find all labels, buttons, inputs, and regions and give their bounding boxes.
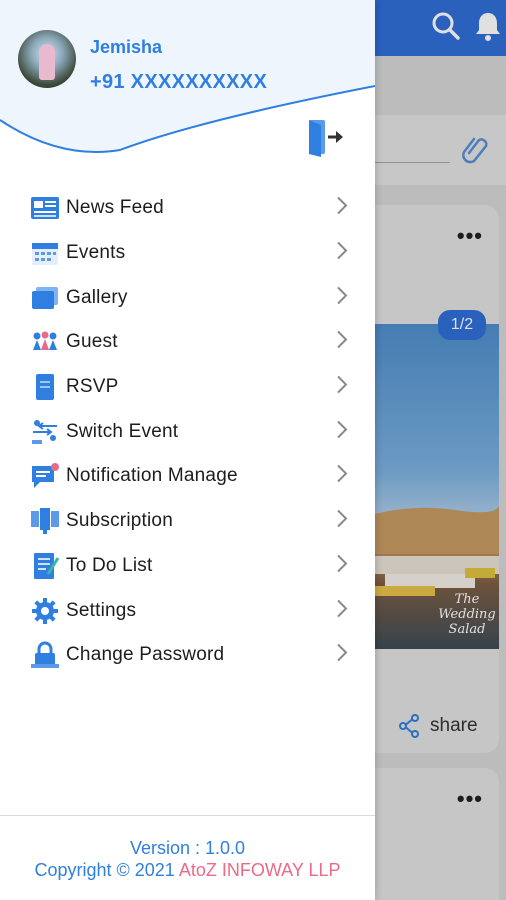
share-icon (399, 714, 419, 738)
post-photo[interactable]: The Wedding Salad (375, 324, 499, 649)
chevron-right-icon (336, 598, 348, 623)
copyright-text: Copyright © 2021 AtoZ INFOWAY LLP (0, 860, 375, 881)
menu-item-switch-event[interactable]: Switch Event (0, 409, 375, 454)
more-options-icon[interactable]: ••• (457, 223, 483, 249)
menu-item-label: Switch Event (66, 420, 179, 442)
post-card-next: ••• (375, 768, 499, 900)
todo-icon (30, 552, 60, 580)
bell-icon[interactable] (473, 10, 503, 49)
menu-item-label: News Feed (66, 197, 164, 219)
share-button[interactable]: share (398, 714, 478, 738)
menu-item-label: Events (66, 242, 126, 264)
menu-item-subscription[interactable]: Subscription (0, 499, 375, 544)
chevron-right-icon (336, 375, 348, 400)
menu-item-label: Guest (66, 331, 118, 353)
chevron-right-icon (336, 241, 348, 266)
paperclip-icon[interactable] (461, 133, 489, 172)
menu-item-events[interactable]: Events (0, 231, 375, 276)
menu-item-label: Gallery (66, 286, 128, 308)
chevron-right-icon (336, 285, 348, 310)
chevron-right-icon (336, 196, 348, 221)
navigation-drawer: Jemisha +91 XXXXXXXXXX News Feed Events … (0, 0, 375, 900)
chevron-right-icon (336, 643, 348, 668)
menu-item-news-feed[interactable]: News Feed (0, 186, 375, 231)
calendar-icon (30, 239, 60, 267)
user-phone: +91 XXXXXXXXXX (90, 71, 268, 93)
app-version: Version : 1.0.0 (129, 838, 246, 858)
more-options-icon[interactable]: ••• (457, 786, 483, 812)
avatar[interactable] (18, 30, 76, 88)
search-icon[interactable] (430, 10, 462, 47)
chevron-right-icon (336, 330, 348, 355)
lock-icon (30, 641, 60, 669)
menu-item-label: Change Password (66, 644, 225, 666)
gear-icon (30, 597, 60, 625)
app-top-bar (375, 0, 506, 56)
copyright-prefix: Copyright © 2021 (34, 860, 179, 880)
guest-icon (30, 328, 60, 356)
chevron-right-icon (336, 553, 348, 578)
drawer-header: Jemisha +91 XXXXXXXXXX (0, 0, 375, 160)
menu-item-label: To Do List (66, 554, 153, 576)
photo-caption: The Wedding Salad (438, 592, 496, 637)
menu-item-rsvp[interactable]: RSVP (0, 365, 375, 410)
image-counter-badge: 1/2 (438, 310, 486, 340)
share-label: share (430, 715, 478, 736)
chevron-right-icon (336, 509, 348, 534)
company-name[interactable]: AtoZ INFOWAY LLP (179, 860, 341, 880)
notification-icon (30, 462, 60, 490)
chevron-right-icon (336, 464, 348, 489)
rsvp-icon (30, 373, 60, 401)
news-feed-icon (30, 194, 60, 222)
post-input-area[interactable] (375, 115, 506, 185)
footer-divider (0, 815, 375, 816)
menu-item-label: RSVP (66, 376, 119, 398)
user-name: Jemisha (90, 37, 163, 57)
chevron-right-icon (336, 419, 348, 444)
menu-item-label: Notification Manage (66, 465, 238, 487)
menu-item-label: Settings (66, 599, 137, 621)
gallery-icon (30, 284, 60, 312)
menu-item-settings[interactable]: Settings (0, 588, 375, 633)
logout-icon[interactable] (306, 118, 348, 163)
menu-item-change-password[interactable]: Change Password (0, 633, 375, 678)
switch-event-icon (30, 418, 60, 446)
menu-item-to-do-list[interactable]: To Do List (0, 544, 375, 589)
menu-item-guest[interactable]: Guest (0, 320, 375, 365)
menu-item-notification-manage[interactable]: Notification Manage (0, 454, 375, 499)
menu-item-gallery[interactable]: Gallery (0, 275, 375, 320)
menu-item-label: Subscription (66, 510, 173, 532)
drawer-menu: News Feed Events Gallery Guest RSVP Swit… (0, 186, 375, 678)
subscription-icon (30, 507, 60, 535)
